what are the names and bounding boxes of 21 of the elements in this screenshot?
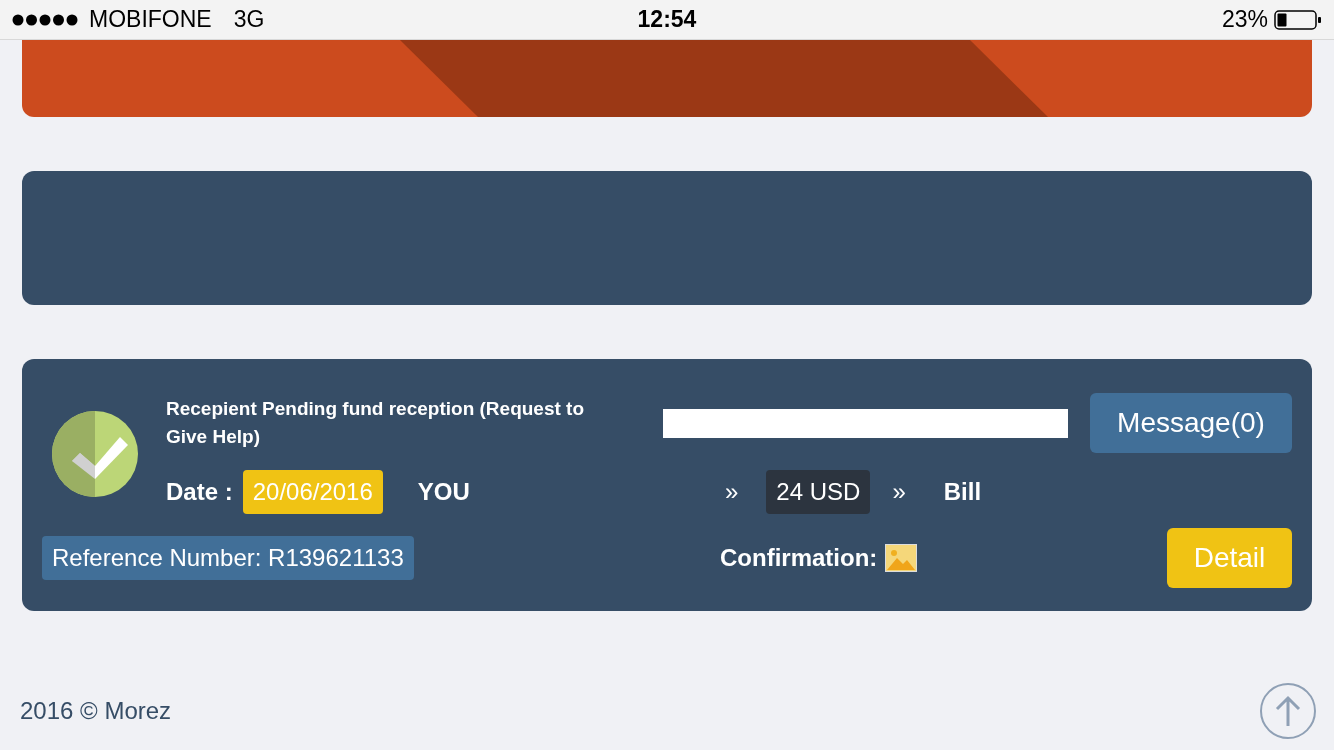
amount-value: 24 USD <box>766 470 871 514</box>
date-value: 20/06/2016 <box>242 470 383 514</box>
copyright-text: 2016 © Morez <box>20 697 172 725</box>
carrier-name: MOBIFONE <box>89 6 212 33</box>
arrow-up-icon <box>1273 694 1303 728</box>
reference-number: Reference Number: R139621133 <box>42 536 414 580</box>
confirmation-label: Confirmation: <box>720 544 878 572</box>
date-label: Date : <box>166 478 233 506</box>
status-title: Recepient Pending fund reception (Request to Give Help) <box>166 397 586 449</box>
arrow-symbol: » <box>725 478 739 506</box>
sender-name: YOU <box>417 478 470 506</box>
check-icon <box>52 410 138 497</box>
battery-percent: 23% <box>1221 6 1268 33</box>
clock-time: 12:54 <box>637 6 697 33</box>
recipient-name: Bill <box>943 478 982 506</box>
arrow-symbol: » <box>892 478 906 506</box>
message-button[interactable]: Message(0) <box>1090 393 1292 453</box>
signal-icon <box>12 13 79 26</box>
image-icon[interactable] <box>885 544 918 572</box>
network-type: 3G <box>233 6 265 33</box>
battery-icon <box>1274 9 1322 30</box>
